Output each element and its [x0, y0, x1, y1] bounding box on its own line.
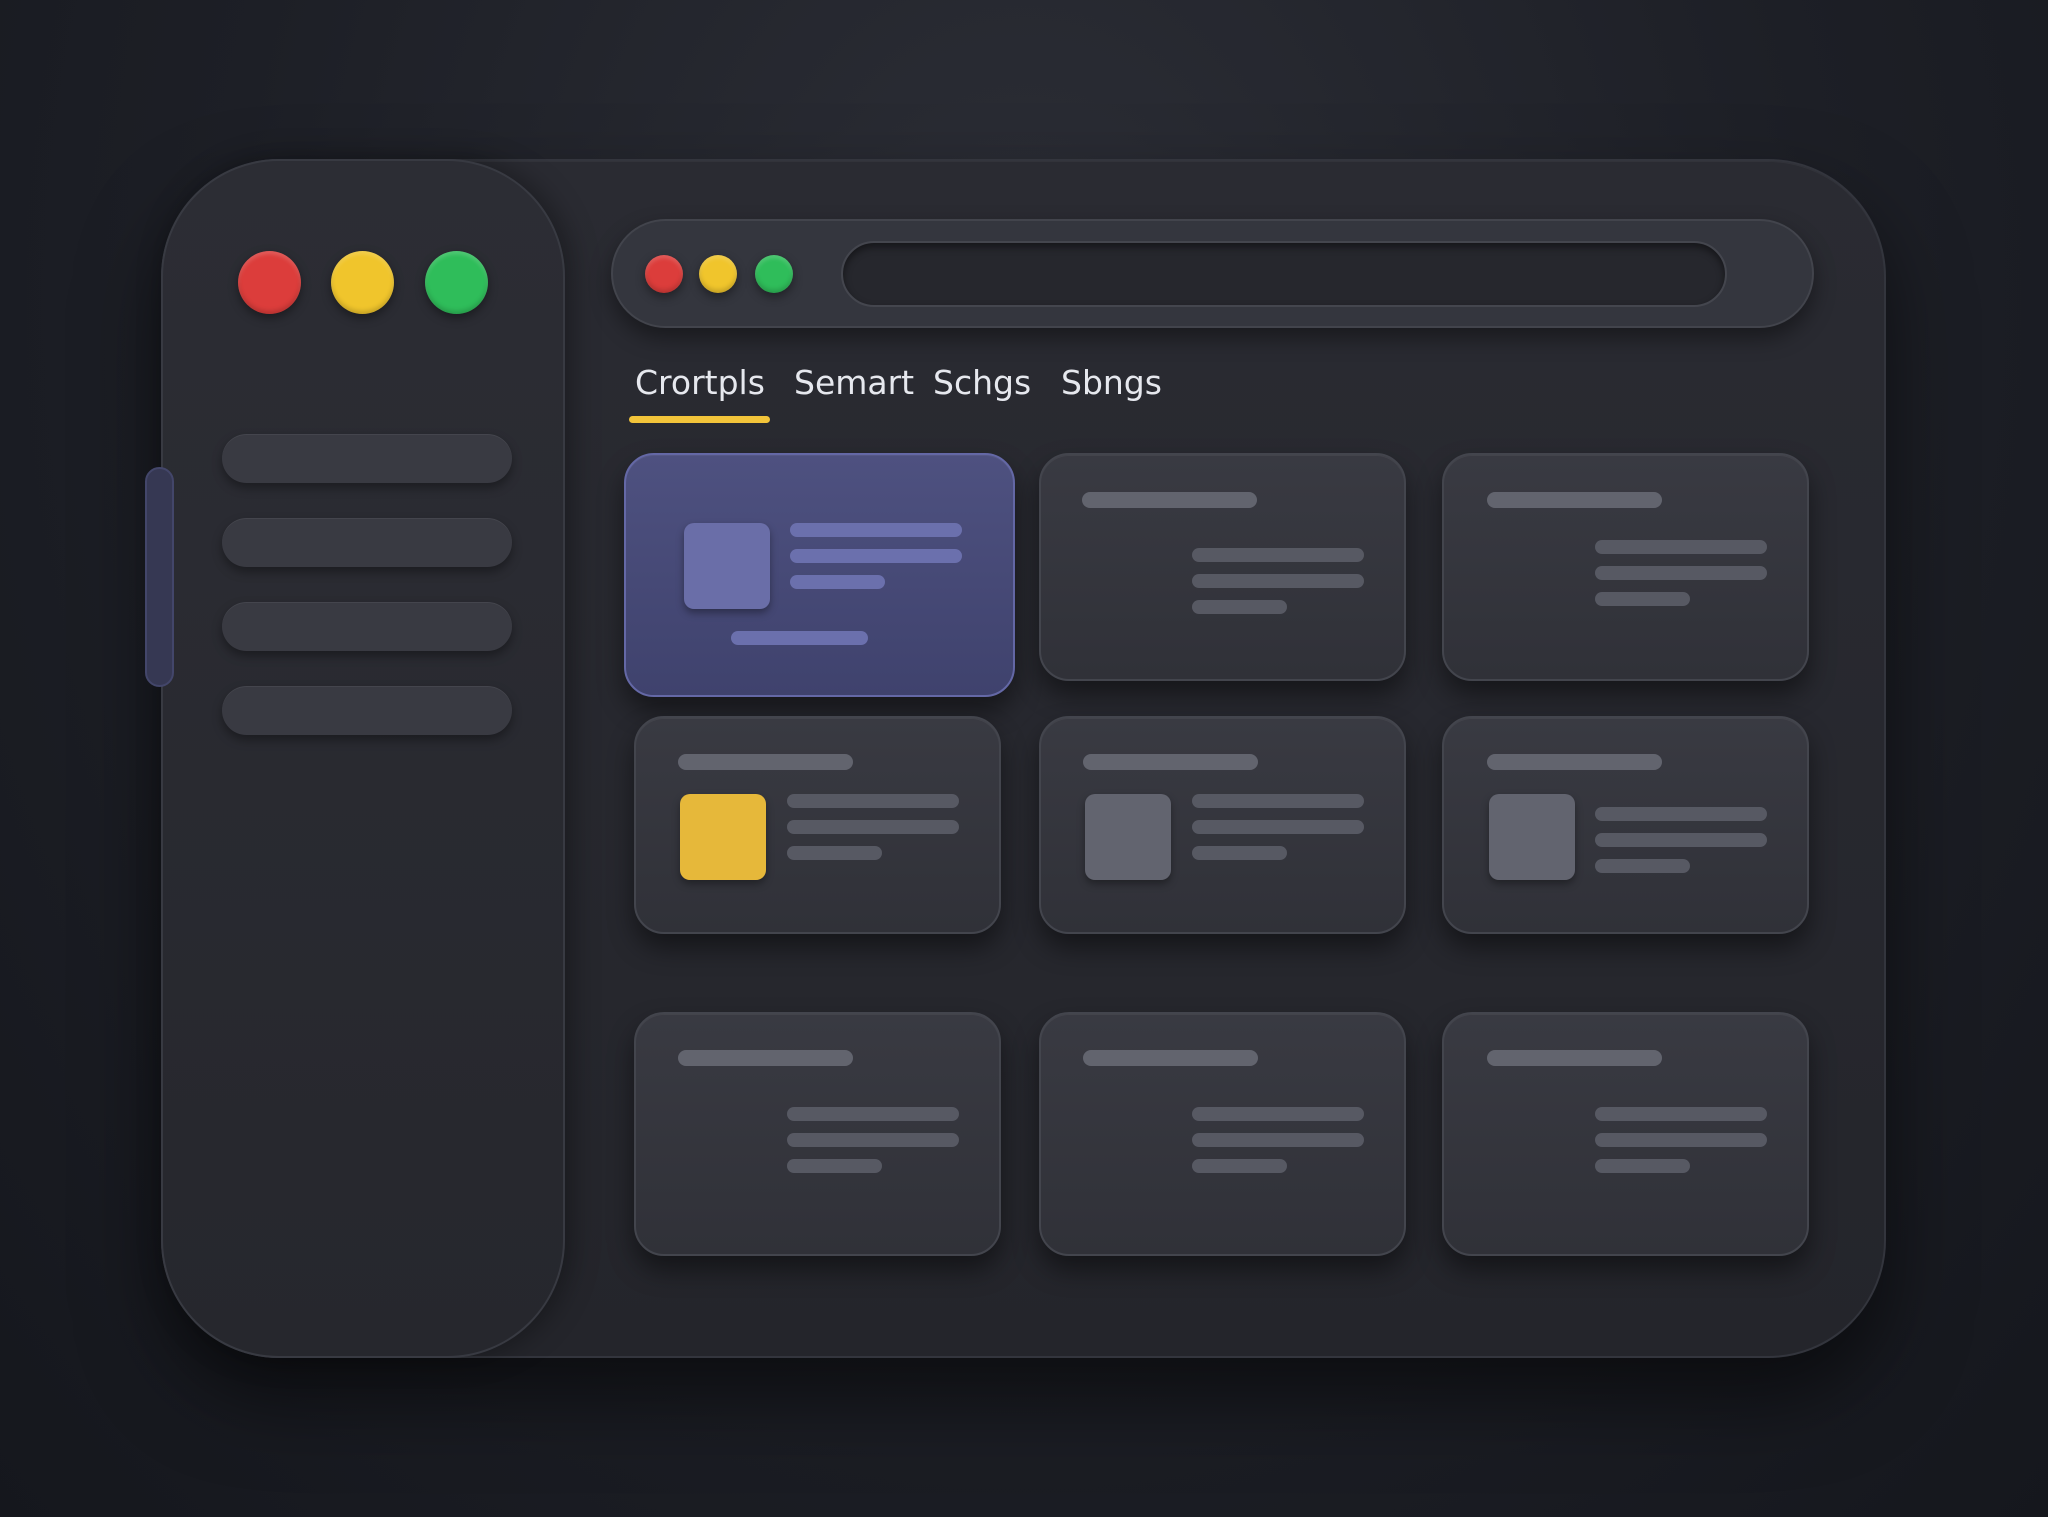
card-text-line: [787, 820, 959, 834]
card-text-line: [1192, 820, 1364, 834]
tab-crortpls[interactable]: Crortpls: [635, 360, 765, 406]
card-text-line: [1192, 846, 1287, 860]
card-text-line: [1192, 574, 1364, 588]
card-text-line: [1595, 1107, 1767, 1121]
toolbar-close-button[interactable]: [645, 255, 683, 293]
card-text-line: [1595, 1133, 1767, 1147]
card-8[interactable]: [1039, 1012, 1406, 1256]
card-9[interactable]: [1442, 1012, 1809, 1256]
card-title-bar: [1487, 754, 1662, 770]
card-text-line: [1192, 600, 1287, 614]
card-text-line: [1595, 859, 1690, 873]
sidebar-item-4[interactable]: [222, 686, 512, 735]
card-text-line: [1595, 1159, 1690, 1173]
card-text-line: [787, 1107, 959, 1121]
card-title-bar: [1082, 492, 1257, 508]
card-3[interactable]: [1442, 453, 1809, 681]
card-text-line: [1595, 540, 1767, 554]
card-thumbnail: [684, 523, 770, 609]
card-text-line: [790, 575, 885, 589]
minimize-button[interactable]: [331, 251, 394, 314]
card-thumbnail-accent: [680, 794, 766, 880]
close-button[interactable]: [238, 251, 301, 314]
address-bar-input[interactable]: [841, 241, 1727, 307]
card-title-bar: [678, 1050, 853, 1066]
card-text-line: [787, 794, 959, 808]
card-title-bar: [678, 754, 853, 770]
card-5[interactable]: [1039, 716, 1406, 934]
card-action-bar: [731, 631, 868, 645]
toolbar-minimize-button[interactable]: [699, 255, 737, 293]
card-text-line: [790, 523, 962, 537]
card-title-bar: [1487, 1050, 1662, 1066]
active-tab-indicator: [629, 416, 770, 423]
card-4[interactable]: [634, 716, 1001, 934]
card-text-line: [1595, 566, 1767, 580]
card-text-line: [1595, 592, 1690, 606]
card-text-line: [1192, 1159, 1287, 1173]
card-thumbnail: [1085, 794, 1171, 880]
tab-sbngs[interactable]: Sbngs: [1061, 360, 1162, 406]
card-text-line: [1192, 794, 1364, 808]
card-text-line: [1192, 1107, 1364, 1121]
card-text-line: [787, 1133, 959, 1147]
tab-semart[interactable]: Semart: [794, 360, 914, 406]
card-text-line: [1595, 807, 1767, 821]
sidebar-resize-handle[interactable]: [145, 467, 174, 687]
tab-schgs[interactable]: Schgs: [933, 360, 1031, 406]
card-2[interactable]: [1039, 453, 1406, 681]
sidebar-item-1[interactable]: [222, 434, 512, 483]
card-text-line: [1192, 548, 1364, 562]
card-text-line: [787, 846, 882, 860]
card-text-line: [1595, 833, 1767, 847]
toolbar-maximize-button[interactable]: [755, 255, 793, 293]
sidebar-item-3[interactable]: [222, 602, 512, 651]
card-6[interactable]: [1442, 716, 1809, 934]
card-text-line: [1192, 1133, 1364, 1147]
card-thumbnail: [1489, 794, 1575, 880]
card-text-line: [787, 1159, 882, 1173]
card-7[interactable]: [634, 1012, 1001, 1256]
card-text-line: [790, 549, 962, 563]
card-title-bar: [1487, 492, 1662, 508]
card-title-bar: [1083, 1050, 1258, 1066]
sidebar: [161, 159, 565, 1358]
card-title-bar: [1083, 754, 1258, 770]
maximize-button[interactable]: [425, 251, 488, 314]
card-1-selected[interactable]: [624, 453, 1015, 697]
sidebar-item-2[interactable]: [222, 518, 512, 567]
